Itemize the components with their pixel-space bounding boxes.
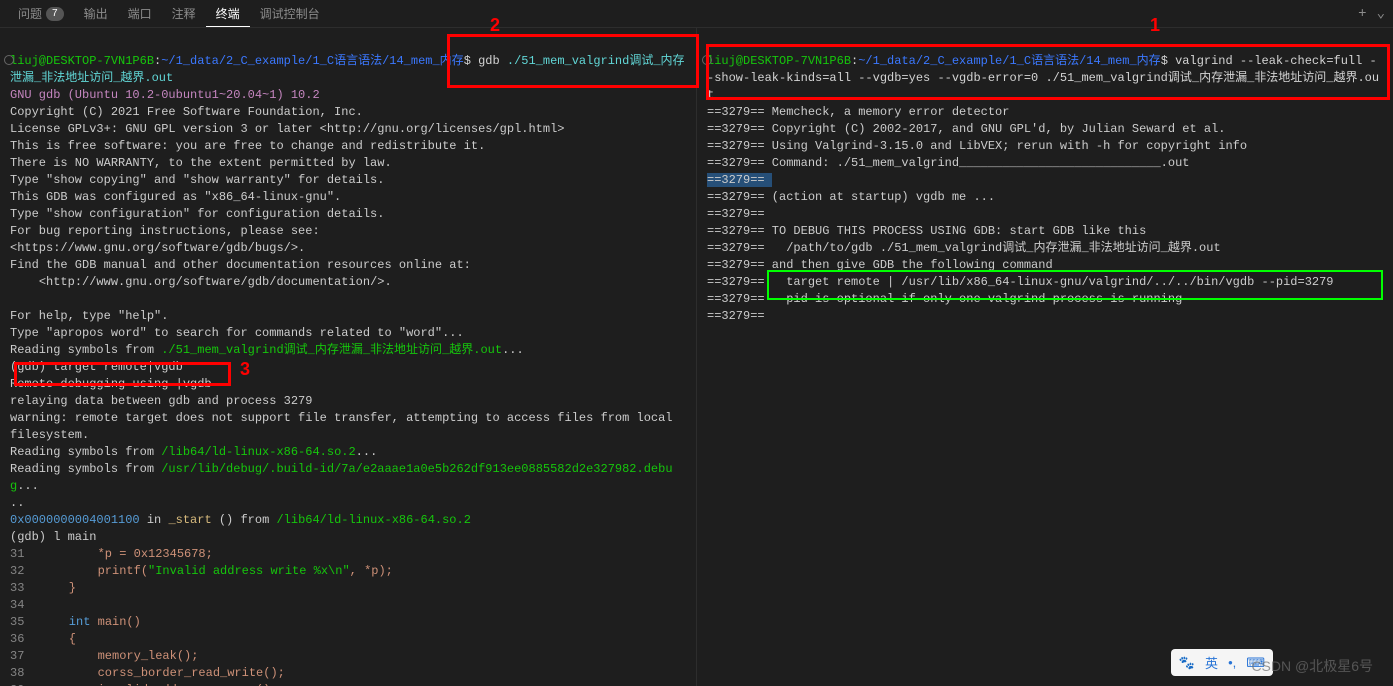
line: Find the GDB manual and other documentat… [10, 258, 471, 272]
address: 0x0000000004001100 [10, 513, 140, 527]
gdb-command: (gdb) target remote|vgdb [10, 360, 183, 374]
line: ==3279== Command: ./51_mem_valgrind_____… [707, 156, 1189, 170]
line: ==3279== and then give GDB the following… [707, 258, 1053, 272]
line: For bug reporting instructions, please s… [10, 224, 320, 238]
line: ==3279== TO DEBUG THIS PROCESS USING GDB… [707, 224, 1146, 238]
line: ==3279== [707, 207, 772, 221]
line: <https://www.gnu.org/software/gdb/bugs/>… [10, 241, 305, 255]
terminal-pane-right[interactable]: liuj@DESKTOP-7VN1P6B:~/1_data/2_C_exampl… [697, 28, 1393, 686]
line-number: 36 [10, 631, 40, 648]
line: ==3279== /path/to/gdb ./51_mem_valgrind调… [707, 241, 1221, 255]
line: ==3279== Copyright (C) 2002-2017, and GN… [707, 122, 1225, 136]
line-number: 35 [10, 614, 40, 631]
gdb-command: (gdb) l main [10, 530, 96, 544]
line: Type "apropos word" to search for comman… [10, 326, 464, 340]
terminal-pane-left[interactable]: liuj@DESKTOP-7VN1P6B:~/1_data/2_C_exampl… [0, 28, 697, 686]
line-number: 31 [10, 546, 40, 563]
line: ==3279== [707, 309, 772, 323]
line: ==3279== --pid is optional if only one v… [707, 292, 1182, 306]
annotation-label-2: 2 [490, 15, 500, 36]
line: This is free software: you are free to c… [10, 139, 485, 153]
line: Copyright (C) 2021 Free Software Foundat… [10, 105, 363, 119]
line: ==3279== Using Valgrind-3.15.0 and LibVE… [707, 139, 1247, 153]
tab-comments[interactable]: 注释 [162, 1, 206, 26]
tab-label: 终端 [216, 5, 240, 22]
line: ==3279== (action at startup) vgdb me ... [707, 190, 995, 204]
pane-indicator-icon [4, 55, 14, 65]
line-number: 38 [10, 665, 40, 682]
line: relaying data between gdb and process 32… [10, 394, 312, 408]
ime-lang[interactable]: 英 [1205, 653, 1218, 672]
line: Reading symbols from [10, 343, 161, 357]
prompt-user: liuj@DESKTOP-7VN1P6B [10, 54, 154, 68]
symbol-file: ./51_mem_valgrind调试_内存泄漏_非法地址访问_越界.out [161, 343, 502, 357]
tab-label: 调试控制台 [260, 5, 320, 22]
line: warning: remote target does not support … [10, 411, 680, 442]
tab-output[interactable]: 输出 [74, 1, 118, 26]
prompt-path: ~/1_data/2_C_example/1_C语言语法/14_mem_内存 [161, 54, 463, 68]
watermark: CSDN @北极星6号 [1251, 656, 1373, 676]
prompt-path: ~/1_data/2_C_example/1_C语言语法/14_mem_内存 [858, 54, 1160, 68]
line: ==3279== Memcheck, a memory error detect… [707, 105, 1009, 119]
chevron-down-icon[interactable]: ⌄ [1377, 5, 1385, 22]
line: ==3279== target remote | /usr/lib/x86_64… [707, 275, 1334, 289]
tab-problems[interactable]: 问题 7 [8, 1, 74, 26]
cmd-prefix: $ gdb [464, 54, 507, 68]
pane-indicator-icon [702, 55, 712, 65]
line: <http://www.gnu.org/software/gdb/documen… [10, 275, 392, 289]
line: There is NO WARRANTY, to the extent perm… [10, 156, 392, 170]
gdb-version: GNU gdb (Ubuntu 10.2-0ubuntu1~20.04~1) 1… [10, 88, 320, 102]
terminal-tab-bar: 问题 7 输出 端口 注释 终端 调试控制台 + ⌄ [0, 0, 1393, 28]
line: Remote debugging using |vgdb [10, 377, 212, 391]
tab-label: 端口 [128, 5, 152, 22]
tab-debug-console[interactable]: 调试控制台 [250, 1, 330, 26]
tab-label: 输出 [84, 5, 108, 22]
line-number: 37 [10, 648, 40, 665]
tab-ports[interactable]: 端口 [118, 1, 162, 26]
line: Reading symbols from [10, 445, 161, 459]
line: For help, type "help". [10, 309, 168, 323]
new-terminal-icon[interactable]: + [1358, 6, 1366, 22]
line: Type "show copying" and "show warranty" … [10, 173, 384, 187]
line-number: 33 [10, 580, 40, 597]
tab-label: 注释 [172, 5, 196, 22]
line: Reading symbols from [10, 462, 161, 476]
tab-terminal[interactable]: 终端 [206, 1, 250, 27]
ime-punc[interactable]: •, [1228, 655, 1236, 670]
line-number: 34 [10, 597, 40, 614]
annotation-label-1: 1 [1150, 15, 1160, 36]
line: Type "show configuration" for configurat… [10, 207, 384, 221]
line-selected: ==3279== [707, 173, 772, 187]
prompt-user: liuj@DESKTOP-7VN1P6B [707, 54, 851, 68]
annotation-label-3: 3 [240, 359, 250, 380]
tab-label: 问题 [18, 5, 42, 22]
line: This GDB was configured as "x86_64-linux… [10, 190, 341, 204]
line-number: 39 [10, 682, 40, 686]
ime-paw-icon[interactable]: 🐾 [1179, 655, 1195, 671]
line: License GPLv3+: GNU GPL version 3 or lat… [10, 122, 565, 136]
problems-count-badge: 7 [46, 7, 64, 21]
line-number: 32 [10, 563, 40, 580]
